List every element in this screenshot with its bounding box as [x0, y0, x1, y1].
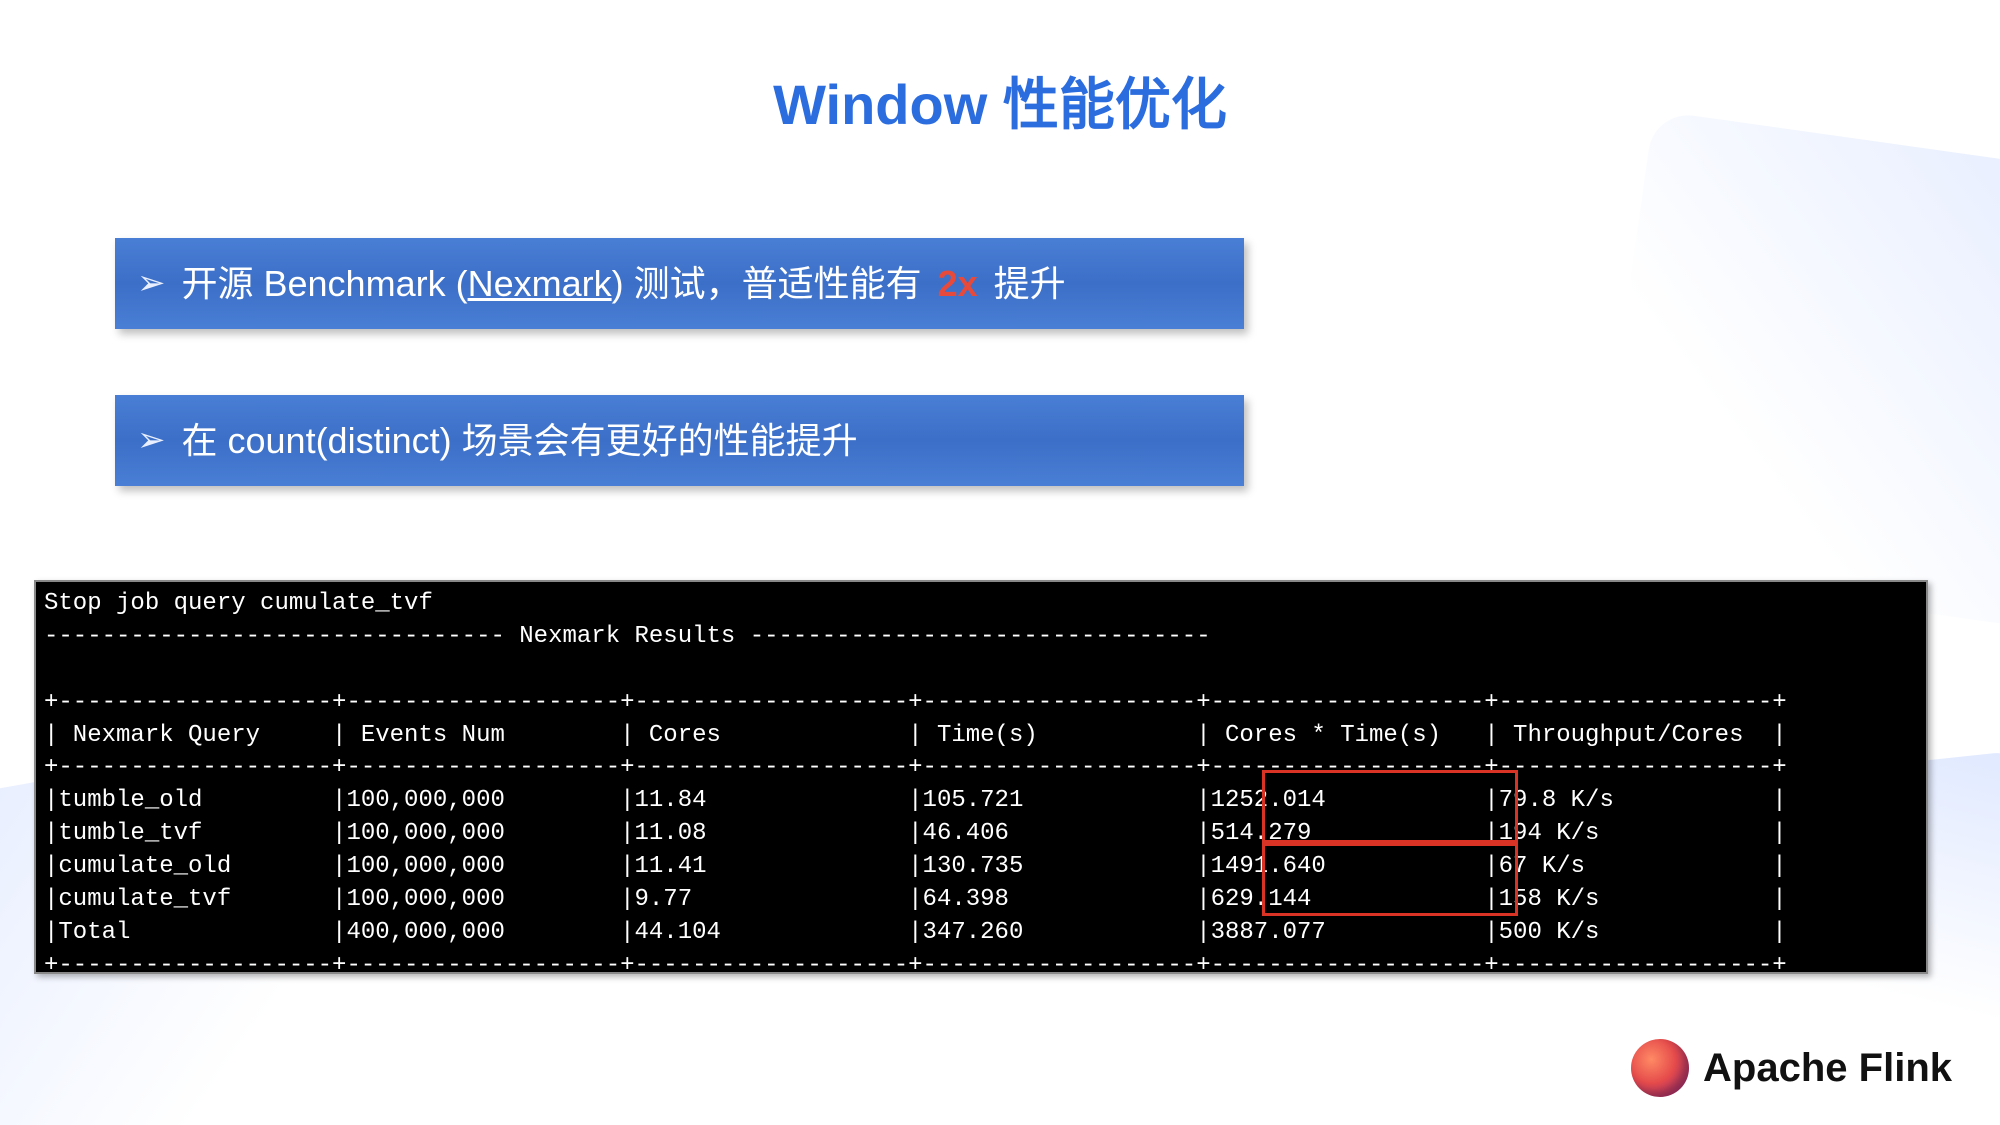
- terminal-hrule: +-------------------+-------------------…: [44, 952, 1787, 979]
- terminal-row-cumulate-old: |cumulate_old |100,000,000 |11.41 |130.7…: [44, 853, 1787, 880]
- bullet-1-suffix: 提升: [984, 263, 1066, 304]
- footer-brand: Apache Flink: [1631, 1039, 1952, 1097]
- slide: Window 性能优化 ➢ 开源 Benchmark (Nexmark) 测试，…: [0, 0, 2000, 1125]
- terminal-row-total: |Total |400,000,000 |44.104 |347.260 |38…: [44, 919, 1787, 946]
- flink-logo-icon: [1631, 1039, 1689, 1097]
- slide-title: Window 性能优化: [0, 60, 2000, 141]
- bullet-1-2x: 2x: [938, 263, 978, 304]
- terminal-row-tumble-old: |tumble_old |100,000,000 |11.84 |105.721…: [44, 787, 1787, 814]
- nexmark-link[interactable]: Nexmark: [468, 263, 612, 304]
- terminal-stop-line: Stop job query cumulate_tvf: [44, 590, 433, 617]
- bullet-2: ➢ 在 count(distinct) 场景会有更好的性能提升: [115, 395, 1244, 486]
- decoration-top-right: [1590, 110, 2000, 630]
- footer-brand-text: Apache Flink: [1703, 1046, 1952, 1091]
- terminal-panel: Stop job query cumulate_tvf ------------…: [34, 580, 1928, 974]
- terminal-output: Stop job query cumulate_tvf ------------…: [36, 582, 1926, 972]
- bullet-2-text: 在 count(distinct) 场景会有更好的性能提升: [182, 419, 858, 462]
- bullet-arrow-icon: ➢: [137, 263, 166, 304]
- bullet-arrow-icon: ➢: [137, 420, 166, 461]
- terminal-results-divider: -------------------------------- Nexmark…: [44, 623, 1211, 650]
- terminal-row-cumulate-tvf: |cumulate_tvf |100,000,000 |9.77 |64.398…: [44, 886, 1787, 913]
- bullet-1-text: 开源 Benchmark (Nexmark) 测试，普适性能有 2x 提升: [182, 262, 1066, 305]
- terminal-hrule: +-------------------+-------------------…: [44, 754, 1787, 781]
- terminal-header-row: | Nexmark Query | Events Num | Cores | T…: [44, 722, 1787, 749]
- bullet-1-prefix: 开源 Benchmark (: [182, 263, 468, 304]
- bullet-1-mid: ) 测试，普适性能有: [612, 263, 932, 304]
- terminal-hrule: +-------------------+-------------------…: [44, 689, 1787, 716]
- terminal-row-tumble-tvf: |tumble_tvf |100,000,000 |11.08 |46.406 …: [44, 820, 1787, 847]
- bullet-1: ➢ 开源 Benchmark (Nexmark) 测试，普适性能有 2x 提升: [115, 238, 1244, 329]
